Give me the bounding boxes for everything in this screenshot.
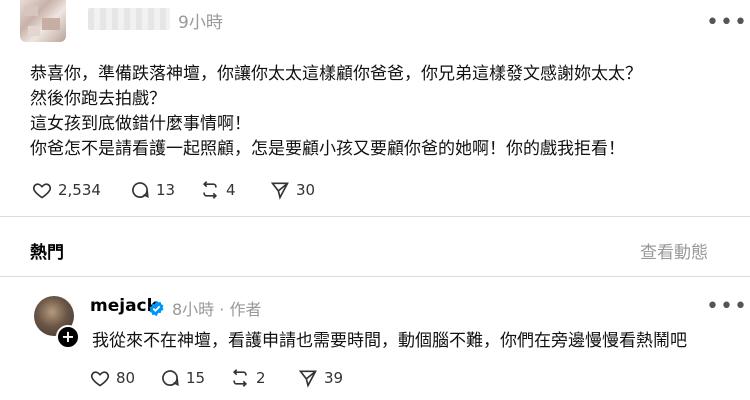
comment-icon xyxy=(132,182,149,199)
share-button[interactable]: 39 xyxy=(298,368,368,388)
send-icon xyxy=(270,182,289,200)
comment-count: 15 xyxy=(186,369,206,387)
comment-button[interactable]: 15 xyxy=(160,368,230,388)
reply-text: 我從來不在神壇，看護申請也需要時間，動個腦不難，你們在旁邊慢慢看熱鬧吧 xyxy=(92,331,687,351)
like-count: 2,534 xyxy=(58,181,101,199)
repost-count: 4 xyxy=(226,181,236,199)
reply-timestamp: 8小時 · 作者 xyxy=(172,300,262,319)
share-count: 39 xyxy=(324,369,344,387)
repost-icon xyxy=(232,369,248,387)
divider xyxy=(0,276,750,277)
heart-icon xyxy=(32,183,52,199)
reply-actions: 80 15 2 39 xyxy=(90,368,368,388)
follow-plus-icon[interactable]: + xyxy=(56,325,80,349)
share-count: 30 xyxy=(296,181,316,199)
repost-icon xyxy=(202,181,218,199)
post-text-line: 你爸怎不是請看護一起照顧，怎是要顧小孩又要顧你爸的她啊！你的戲我拒看！ xyxy=(30,139,625,159)
repost-count: 2 xyxy=(256,369,266,387)
divider xyxy=(0,216,750,217)
post-actions: 2,534 13 4 30 xyxy=(32,180,340,200)
avatar[interactable] xyxy=(20,0,66,42)
post-text-line: 這女孩到底做錯什麼事情啊！ xyxy=(30,114,251,134)
post-timestamp: 9小時 xyxy=(178,13,223,33)
like-button[interactable]: 2,534 xyxy=(32,180,130,200)
repost-button[interactable]: 2 xyxy=(230,368,298,388)
send-icon xyxy=(298,370,317,388)
share-button[interactable]: 30 xyxy=(270,180,340,200)
verified-badge-icon xyxy=(148,300,165,321)
repost-button[interactable]: 4 xyxy=(200,180,270,200)
heart-icon xyxy=(90,371,110,387)
hot-label: 熱門 xyxy=(30,243,64,263)
post-text: 恭喜你，準備跌落神壇，你讓你太太這樣顧你爸爸，你兄弟這樣發文感謝妳太太？ 然後你… xyxy=(30,62,642,162)
like-count: 80 xyxy=(116,369,136,387)
comment-button[interactable]: 13 xyxy=(130,180,200,200)
comment-count: 13 xyxy=(156,181,176,199)
blurred-username[interactable] xyxy=(88,8,170,30)
post-text-line: 然後你跑去拍戲？ xyxy=(30,89,166,109)
view-activity-link[interactable]: 查看動態 xyxy=(640,238,708,263)
post-text-line: 恭喜你，準備跌落神壇，你讓你太太這樣顧你爸爸，你兄弟這樣發文感謝妳太太？ xyxy=(30,64,642,84)
comment-icon xyxy=(162,370,179,387)
like-button[interactable]: 80 xyxy=(90,368,160,388)
more-horizontal-icon[interactable]: ••• xyxy=(706,294,748,319)
more-horizontal-icon[interactable]: ••• xyxy=(706,10,748,35)
